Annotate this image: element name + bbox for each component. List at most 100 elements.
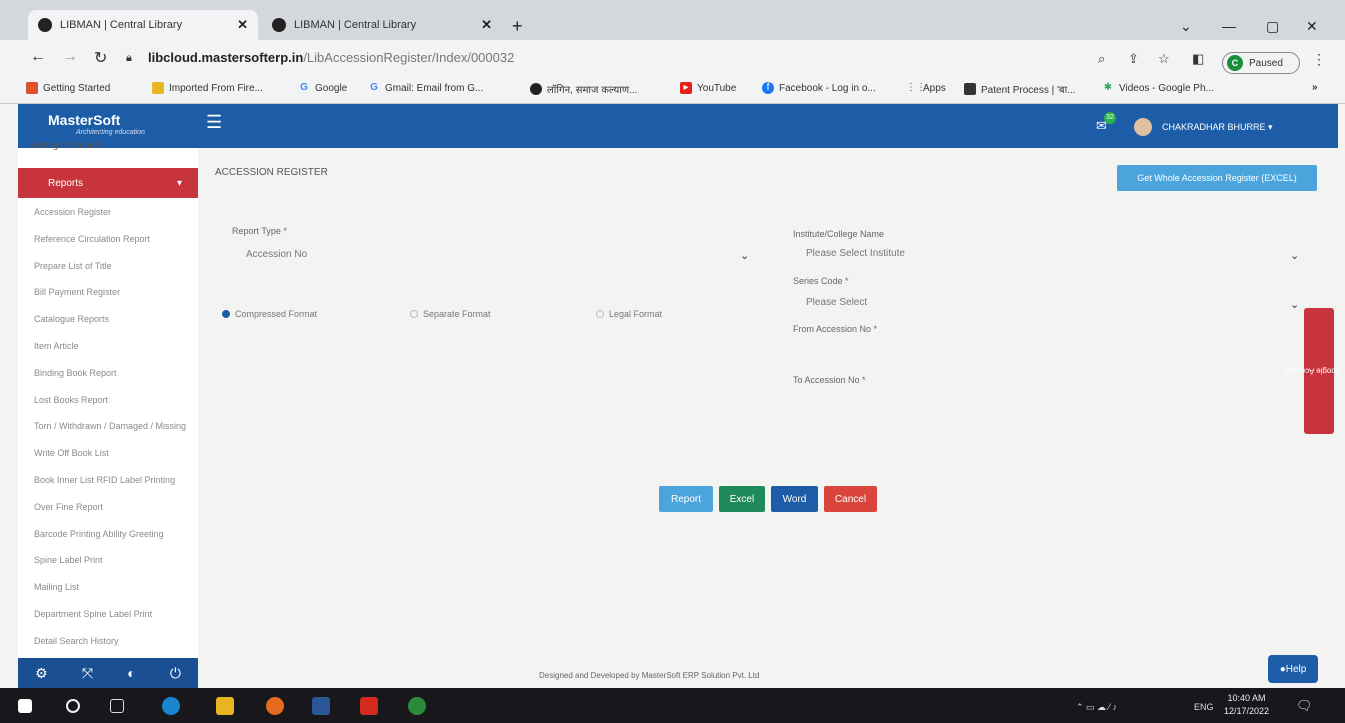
task-view-icon[interactable] (110, 699, 124, 713)
sidebar-subitem[interactable]: Reference Circulation Report (34, 234, 150, 244)
reload-icon[interactable]: ↻ (94, 48, 107, 68)
url-field[interactable]: libcloud.mastersofterp.in/LibAccessionRe… (148, 50, 514, 65)
forward-icon[interactable]: → (62, 48, 78, 66)
minimize-icon[interactable]: — (1222, 18, 1236, 34)
bookmark-apps[interactable]: ⋮⋮ Apps (906, 82, 946, 94)
bookmark-label: Imported From Fire... (169, 82, 263, 94)
series-code-select[interactable]: Please Select (806, 297, 867, 308)
sidebar-item-label: Settings & Search (30, 140, 103, 150)
app-logo[interactable]: MasterSoft Architecting education (48, 112, 145, 136)
radio-separate-format[interactable]: Separate Format (410, 309, 491, 319)
close-tab-icon[interactable]: ✕ (237, 17, 248, 33)
bookmark-samaj-kalyan[interactable]: लॉगिन, समाज कल्याण... (530, 82, 637, 96)
browser-tab-1[interactable]: LIBMAN | Central Library ✕ (28, 10, 258, 40)
menu-kebab-icon[interactable]: ⋮ (1312, 51, 1326, 68)
word-app-icon[interactable] (312, 697, 330, 715)
eye-off-icon[interactable]: ◐ (127, 665, 135, 681)
profile-button[interactable]: C Paused (1222, 52, 1300, 74)
word-button[interactable]: Word (771, 486, 818, 512)
browser-tab-2[interactable]: LIBMAN | Central Library ✕ (262, 10, 502, 40)
windows-start-icon[interactable] (18, 699, 32, 713)
gear-icon[interactable]: ⚙ (35, 665, 48, 682)
maximize-icon[interactable]: ▢ (1266, 18, 1279, 35)
sidebar-subitem[interactable]: Department Spine Label Print (34, 609, 152, 619)
sidebar-subitem[interactable]: Mailing List (34, 582, 79, 592)
bookmark-google[interactable]: G Google (298, 82, 347, 94)
notification-bell-icon[interactable]: ✉ 32 (1096, 112, 1116, 134)
sidebar-subitem[interactable]: Detail Search History (34, 636, 119, 646)
sidebar-subitem[interactable]: Item Article (34, 341, 79, 351)
acrobat-icon[interactable] (360, 697, 378, 715)
sidebar-subitem[interactable]: Barcode Printing Ability Greeting (34, 529, 164, 539)
bookmark-label: लॉगिन, समाज कल्याण... (547, 85, 638, 96)
hamburger-menu-icon[interactable]: ☰ (206, 112, 222, 133)
sidebar-subitem[interactable]: Torn / Withdrawn / Damaged / Missing (34, 421, 186, 431)
sidebar-subitem[interactable]: Prepare List of Title (34, 261, 112, 271)
logo-text: MasterSoft (48, 112, 121, 128)
sidebar-subitem[interactable]: Binding Book Report (34, 368, 117, 378)
chevron-down-icon[interactable]: ⌄ (1290, 298, 1299, 311)
zoom-icon[interactable]: ⌕ (1098, 51, 1105, 67)
sidebar-subitem[interactable]: Over Fine Report (34, 502, 103, 512)
report-button[interactable]: Report (659, 486, 713, 512)
chevron-down-icon[interactable]: ⌄ (1290, 249, 1299, 262)
sidebar-settings-item[interactable]: Settings & Search (18, 140, 198, 156)
new-tab-icon[interactable]: + (512, 16, 523, 37)
close-window-icon[interactable]: ✕ (1306, 18, 1318, 35)
sidebar-subitem[interactable]: Book Inner List RFID Label Printing (34, 475, 175, 485)
bookmark-youtube[interactable]: ▸ YouTube (680, 82, 736, 94)
file-explorer-icon[interactable] (216, 697, 234, 715)
chrome-icon[interactable] (408, 697, 426, 715)
sidebar-panel-icon[interactable]: ◧ (1192, 51, 1204, 67)
close-tab-icon[interactable]: ✕ (481, 17, 492, 33)
lock-icon: 🔒︎ (126, 52, 132, 64)
cancel-button[interactable]: Cancel (824, 486, 877, 512)
edge-icon[interactable] (162, 697, 180, 715)
report-type-select[interactable]: Accession No (246, 249, 307, 260)
chevron-down-icon[interactable]: ⌄ (740, 249, 749, 262)
bookmarks-overflow-icon[interactable]: » (1312, 82, 1318, 93)
institute-label: Institute/College Name (793, 229, 885, 239)
clock-date: 12/17/2022 (1224, 706, 1270, 716)
system-clock[interactable]: 10:40 AM 12/17/2022 (1224, 692, 1269, 718)
share-icon[interactable]: ⇪ (1128, 51, 1139, 67)
get-whole-register-excel-button[interactable]: Get Whole Accession Register (EXCEL) (1117, 165, 1317, 191)
radio-legal-format[interactable]: Legal Format (596, 309, 662, 319)
globe-icon (530, 83, 542, 95)
sync-label: Sync Google Account (1285, 366, 1345, 376)
sidebar-subitem[interactable]: Accession Register (34, 207, 111, 217)
sidebar-subitem[interactable]: Write Off Book List (34, 448, 109, 458)
bookmark-google-photos[interactable]: ✱ Videos - Google Ph... (1102, 82, 1214, 94)
notification-center-icon[interactable]: 🗨︎ (1296, 698, 1313, 714)
sidebar-subitem[interactable]: Bill Payment Register (34, 287, 120, 297)
radio-compressed-format[interactable]: Compressed Format (222, 309, 317, 319)
bookmark-gmail[interactable]: G Gmail: Email from G... (368, 82, 483, 94)
back-icon[interactable]: ← (30, 48, 46, 66)
sidebar-subitem[interactable]: Lost Books Report (34, 395, 108, 405)
fullscreen-icon[interactable]: ⤧ (82, 665, 93, 682)
help-button[interactable]: ● Help (1268, 655, 1318, 683)
bookmark-facebook[interactable]: f Facebook - Log in o... (762, 82, 876, 94)
bookmark-imported[interactable]: Imported From Fire... (152, 82, 263, 94)
sidebar-item-reports[interactable]: Reports ▾ (18, 168, 198, 198)
excel-button[interactable]: Excel (719, 486, 765, 512)
bookmark-getting-started[interactable]: Getting Started (26, 82, 110, 94)
language-indicator[interactable]: ENG (1194, 702, 1214, 712)
user-menu[interactable]: CHAKRADHAR BHURRE ▾ (1134, 118, 1273, 136)
sidebar-footer: ⚙ ⤧ ◐ ⏻ (18, 658, 198, 688)
sidebar-subitem[interactable]: Spine Label Print (34, 555, 103, 565)
sidebar-subitem[interactable]: Catalogue Reports (34, 314, 109, 324)
to-accession-input[interactable] (793, 390, 1293, 414)
tab-search-icon[interactable]: ⌄ (1180, 18, 1192, 35)
bookmark-patent[interactable]: Patent Process | 'बा... (964, 82, 1076, 96)
firefox-icon[interactable] (266, 697, 284, 715)
institute-select[interactable]: Please Select Institute (806, 248, 905, 259)
bookmark-label: Facebook - Log in o... (779, 82, 876, 94)
tray-icons[interactable]: ⌃ ▭ ☁ ⁄ ♪ (1076, 702, 1117, 713)
sync-google-account-button[interactable]: ⟳ Sync Google Account (1285, 308, 1345, 434)
bookmark-star-icon[interactable]: ☆ (1158, 51, 1170, 67)
power-icon[interactable]: ⏻ (170, 665, 181, 682)
search-icon[interactable] (66, 699, 80, 713)
from-accession-input[interactable] (793, 338, 1293, 362)
series-code-label: Series Code * (793, 276, 849, 286)
